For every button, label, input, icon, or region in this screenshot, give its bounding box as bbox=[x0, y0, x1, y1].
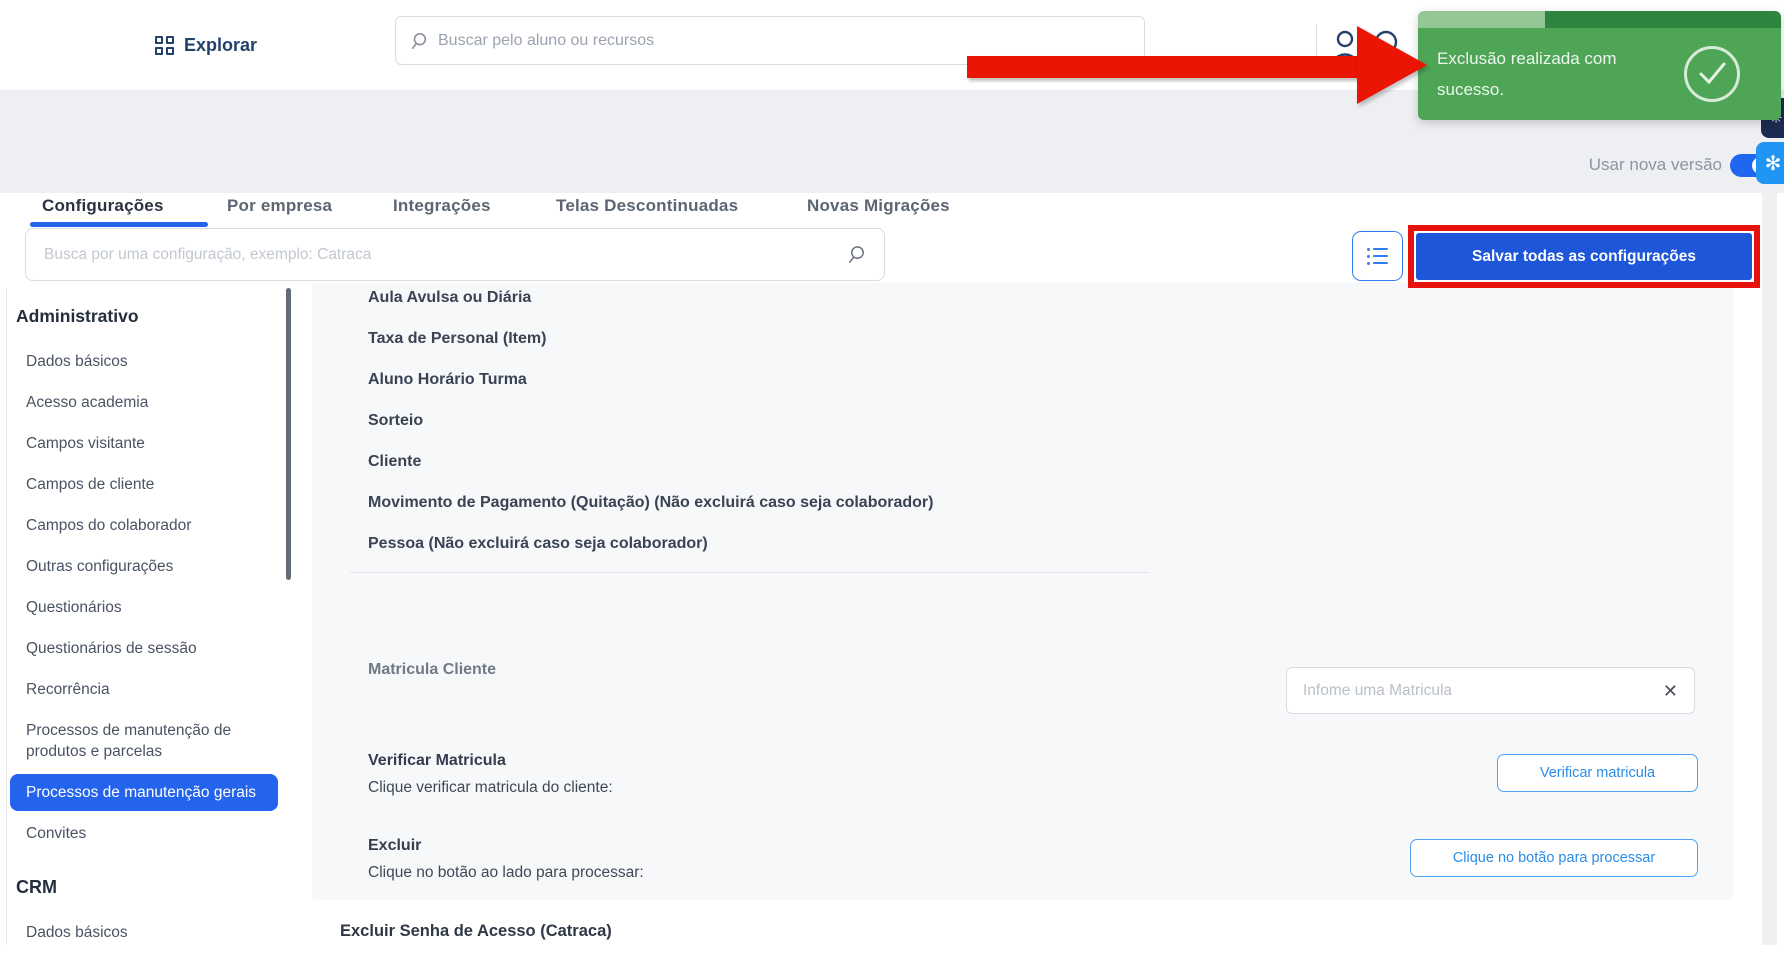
matricula-input[interactable]: Infome uma Matricula ✕ bbox=[1286, 667, 1695, 714]
sidebar-section-crm: CRM bbox=[16, 876, 278, 898]
toast-message: Exclusão realizada com sucesso. bbox=[1437, 43, 1672, 105]
sidebar-item-campos-do-colaborador[interactable]: Campos do colaborador bbox=[10, 505, 278, 546]
chatgpt-extension-icon[interactable]: ✻ bbox=[1756, 142, 1784, 184]
matricula-cliente-label: Matricula Cliente bbox=[368, 661, 496, 679]
sidebar-item-recorrencia[interactable]: Recorrência bbox=[10, 669, 278, 710]
list-item: Aula Avulsa ou Diária bbox=[368, 277, 933, 318]
list-item: Movimento de Pagamento (Quitação) (Não e… bbox=[368, 482, 933, 523]
sidebar-item-processos-produtos-parcelas[interactable]: Processos de manutenção de produtos e pa… bbox=[10, 710, 278, 772]
sidebar-item-campos-de-cliente[interactable]: Campos de cliente bbox=[10, 464, 278, 505]
sidebar-item-questionarios-de-sessao[interactable]: Questionários de sessão bbox=[10, 628, 278, 669]
sidebar-item-questionarios[interactable]: Questionários bbox=[10, 587, 278, 628]
toast-progress-bar bbox=[1418, 11, 1781, 28]
list-item: Aluno Horário Turma bbox=[368, 359, 933, 400]
settings-panel: Aula Avulsa ou Diária Taxa de Personal (… bbox=[312, 283, 1733, 900]
sidebar-border bbox=[6, 288, 7, 945]
apps-grid-icon bbox=[155, 36, 174, 55]
sidebar-item-acesso-academia[interactable]: Acesso academia bbox=[10, 382, 278, 423]
sidebar-item-processos-gerais[interactable]: Processos de manutenção gerais bbox=[10, 774, 278, 811]
tab-novas-migracoes[interactable]: Novas Migrações bbox=[807, 196, 950, 216]
matricula-placeholder: Infome uma Matricula bbox=[1303, 682, 1663, 700]
save-all-configs-button[interactable]: Salvar todas as configurações bbox=[1416, 233, 1752, 280]
success-toast: Exclusão realizada com sucesso. bbox=[1418, 11, 1781, 120]
toast-progress-remaining bbox=[1545, 11, 1781, 28]
config-search-input[interactable]: Busca por uma configuração, exemplo: Cat… bbox=[25, 228, 885, 281]
search-icon bbox=[410, 32, 428, 50]
list-view-button[interactable] bbox=[1352, 231, 1403, 281]
excluir-title: Excluir bbox=[368, 837, 421, 855]
page-scrollbar[interactable] bbox=[1762, 193, 1777, 945]
global-search-placeholder: Buscar pelo aluno ou recursos bbox=[438, 32, 654, 50]
clear-icon[interactable]: ✕ bbox=[1663, 682, 1678, 700]
sidebar-item-crm-dados-basicos[interactable]: Dados básicos bbox=[10, 912, 278, 953]
config-search-icon bbox=[847, 245, 866, 264]
divider bbox=[350, 572, 1150, 573]
sidebar-item-campos-visitante[interactable]: Campos visitante bbox=[10, 423, 278, 464]
success-check-icon bbox=[1684, 46, 1740, 102]
active-tab-underline bbox=[30, 222, 208, 227]
sidebar-item-convites[interactable]: Convites bbox=[10, 813, 278, 854]
list-icon bbox=[1367, 248, 1388, 265]
verificar-matricula-title: Verificar Matricula bbox=[368, 752, 506, 770]
sidebar-item-dados-basicos[interactable]: Dados básicos bbox=[10, 341, 278, 382]
list-item: Cliente bbox=[368, 441, 933, 482]
new-version-label: Usar nova versão bbox=[1589, 155, 1722, 175]
excluir-senha-heading: Excluir Senha de Acesso (Catraca) bbox=[340, 922, 612, 941]
annotation-arrow-shaft bbox=[967, 56, 1359, 78]
sidebar-scrollbar[interactable] bbox=[286, 288, 291, 580]
sidebar: Administrativo Dados básicos Acesso acad… bbox=[10, 305, 278, 953]
list-item: Pessoa (Não excluirá caso seja colaborad… bbox=[368, 523, 933, 564]
verificar-matricula-description: Clique verificar matricula do cliente: bbox=[368, 779, 613, 797]
toast-progress-elapsed bbox=[1418, 11, 1545, 28]
processar-button[interactable]: Clique no botão para processar bbox=[1410, 839, 1698, 877]
list-item: Sorteio bbox=[368, 400, 933, 441]
tab-telas-descontinuadas[interactable]: Telas Descontinuadas bbox=[556, 196, 738, 216]
config-search-placeholder: Busca por uma configuração, exemplo: Cat… bbox=[44, 246, 847, 264]
tab-integracoes[interactable]: Integrações bbox=[393, 196, 491, 216]
excluir-description: Clique no botão ao lado para processar: bbox=[368, 864, 644, 882]
tab-configuracoes[interactable]: Configurações bbox=[42, 196, 164, 216]
annotation-arrow-head bbox=[1357, 26, 1427, 104]
explore-menu[interactable]: Explorar bbox=[155, 28, 257, 62]
verificar-matricula-button[interactable]: Verificar matricula bbox=[1497, 754, 1698, 792]
sidebar-section-administrativo: Administrativo bbox=[16, 305, 278, 327]
delete-entities-list: Aula Avulsa ou Diária Taxa de Personal (… bbox=[368, 277, 933, 564]
sidebar-item-outras-configuracoes[interactable]: Outras configurações bbox=[10, 546, 278, 587]
list-item: Taxa de Personal (Item) bbox=[368, 318, 933, 359]
tab-por-empresa[interactable]: Por empresa bbox=[227, 196, 332, 216]
explore-label: Explorar bbox=[184, 35, 257, 56]
